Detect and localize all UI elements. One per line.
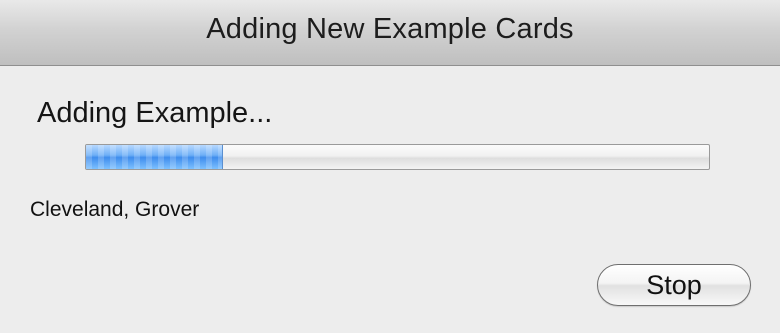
stop-button[interactable]: Stop xyxy=(597,264,751,306)
title-bar[interactable]: Adding New Example Cards xyxy=(0,0,780,66)
dialog-content: Adding Example... Cleveland, Grover Stop xyxy=(0,66,780,333)
progress-fill xyxy=(86,145,224,169)
progress-heading: Adding Example... xyxy=(37,97,273,129)
current-item-label: Cleveland, Grover xyxy=(30,198,200,221)
window-title: Adding New Example Cards xyxy=(206,13,574,45)
dialog-window: Adding New Example Cards Adding Example.… xyxy=(0,0,780,333)
progress-bar xyxy=(85,144,710,170)
